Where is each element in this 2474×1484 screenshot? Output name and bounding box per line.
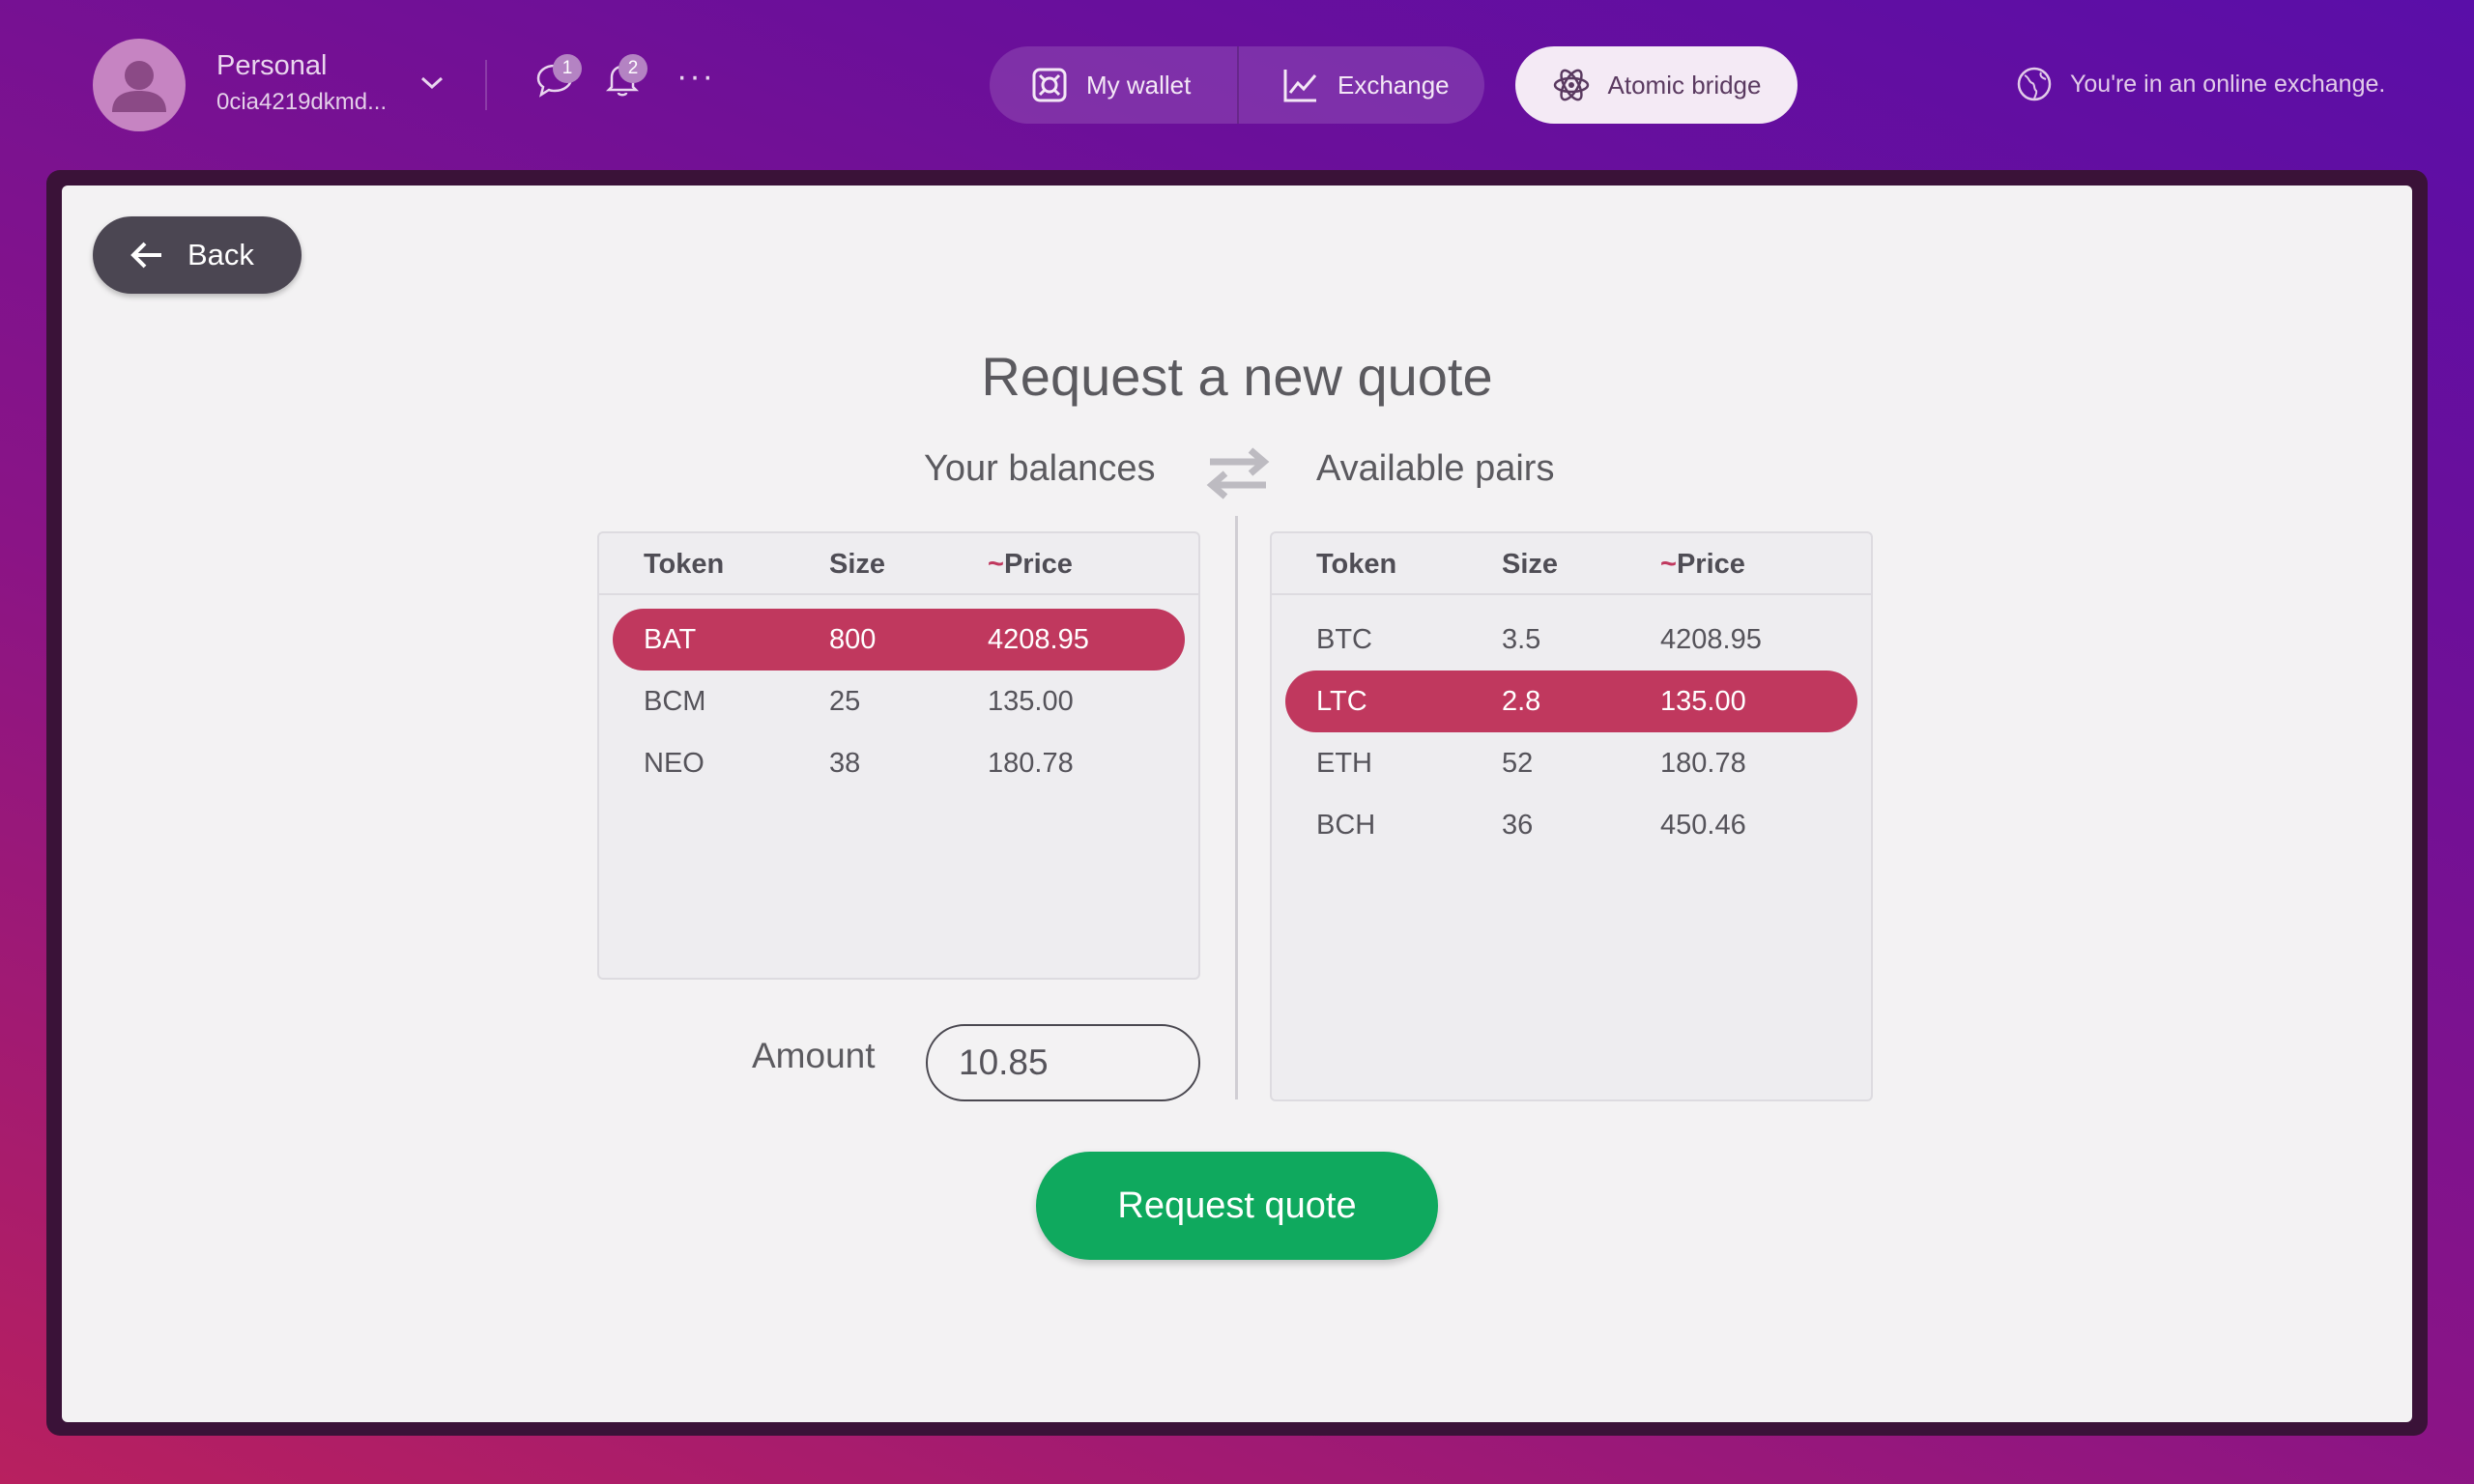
nav-atomic-bridge[interactable]: Atomic bridge: [1515, 46, 1798, 124]
chevron-down-icon[interactable]: [417, 73, 446, 93]
price-cell: 4208.95: [988, 624, 1089, 655]
table-header: Token Size ~Price: [1272, 533, 1871, 595]
token-cell: BCM: [644, 686, 706, 717]
token-cell: BCH: [1316, 810, 1376, 841]
pairs-heading: Available pairs: [1316, 448, 1555, 489]
token-cell: LTC: [1316, 686, 1367, 717]
amount-input[interactable]: [926, 1024, 1200, 1101]
price-label: Price: [1676, 549, 1745, 580]
size-cell: 2.8: [1502, 686, 1541, 717]
size-cell: 25: [829, 686, 861, 717]
price-cell: 450.46: [1660, 810, 1746, 841]
table-row[interactable]: NEO 38 180.78: [613, 732, 1185, 794]
price-tilde: ~: [1660, 549, 1677, 580]
user-avatar-icon[interactable]: [93, 39, 186, 131]
nav-atomic-bridge-label: Atomic bridge: [1607, 70, 1762, 100]
nav-exchange-label: Exchange: [1338, 70, 1450, 100]
price-cell: 135.00: [1660, 686, 1746, 717]
nav-divider: [1237, 46, 1239, 124]
wallet-icon: [1032, 68, 1067, 102]
size-cell: 38: [829, 748, 861, 779]
globe-icon: [2017, 67, 2052, 101]
column-size[interactable]: Size: [829, 549, 885, 581]
token-cell: BTC: [1316, 624, 1372, 655]
price-cell: 135.00: [988, 686, 1074, 717]
table-row[interactable]: BCH 36 450.46: [1285, 794, 1857, 856]
column-price[interactable]: ~Price: [988, 549, 1073, 581]
account-id[interactable]: 0cia4219dkmd...: [216, 89, 387, 116]
arrow-left-icon: [130, 242, 161, 269]
account-name[interactable]: Personal: [216, 50, 327, 82]
top-bar: Personal 0cia4219dkmd... 1 2 ··· My wall…: [0, 0, 2474, 169]
messages-badge: 1: [553, 54, 582, 83]
nav-group: My wallet Exchange: [990, 46, 1484, 124]
price-cell: 180.78: [1660, 748, 1746, 779]
swap-arrows-icon[interactable]: [1204, 446, 1272, 500]
messages-button[interactable]: 1: [533, 54, 582, 100]
nav-my-wallet-label: My wallet: [1086, 70, 1192, 100]
back-button-label: Back: [187, 238, 254, 271]
table-row[interactable]: ETH 52 180.78: [1285, 732, 1857, 794]
more-icon[interactable]: ···: [676, 58, 715, 96]
price-tilde: ~: [988, 549, 1004, 580]
divider: [485, 60, 487, 110]
table-row[interactable]: BAT 800 4208.95: [613, 609, 1185, 671]
online-status: You're in an online exchange.: [2016, 66, 2385, 102]
notifications-button[interactable]: 2: [601, 54, 647, 100]
token-cell: ETH: [1316, 748, 1372, 779]
table-row[interactable]: LTC 2.8 135.00: [1285, 671, 1857, 732]
column-divider: [1235, 516, 1238, 1099]
size-cell: 52: [1502, 748, 1534, 779]
back-button[interactable]: Back: [93, 216, 302, 294]
nav-exchange[interactable]: Exchange: [1281, 46, 1450, 124]
token-cell: BAT: [644, 624, 697, 655]
balances-heading: Your balances: [924, 448, 1156, 489]
chart-line-icon: [1283, 70, 1317, 102]
price-cell: 180.78: [988, 748, 1074, 779]
table-header: Token Size ~Price: [599, 533, 1198, 595]
quote-panel: Back Request a new quote Your balances A…: [62, 186, 2412, 1422]
column-token[interactable]: Token: [1316, 549, 1396, 581]
request-quote-button[interactable]: Request quote: [1036, 1152, 1438, 1260]
table-row[interactable]: BTC 3.5 4208.95: [1285, 609, 1857, 671]
pairs-table: Token Size ~Price BTC 3.5 4208.95 LTC 2.…: [1270, 531, 1873, 1101]
price-cell: 4208.95: [1660, 624, 1762, 655]
column-size[interactable]: Size: [1502, 549, 1558, 581]
amount-label: Amount: [752, 1036, 876, 1075]
atom-icon: [1553, 69, 1589, 101]
size-cell: 36: [1502, 810, 1534, 841]
notifications-badge: 2: [618, 54, 647, 83]
table-row[interactable]: BCM 25 135.00: [613, 671, 1185, 732]
page-title: Request a new quote: [981, 346, 1493, 407]
column-token[interactable]: Token: [644, 549, 724, 581]
nav-my-wallet[interactable]: My wallet: [1030, 46, 1191, 124]
size-cell: 3.5: [1502, 624, 1541, 655]
balances-table: Token Size ~Price BAT 800 4208.95 BCM 25…: [597, 531, 1200, 980]
online-status-text: You're in an online exchange.: [2070, 70, 2386, 98]
size-cell: 800: [829, 624, 877, 655]
column-price[interactable]: ~Price: [1660, 549, 1745, 581]
token-cell: NEO: [644, 748, 705, 779]
price-label: Price: [1003, 549, 1073, 580]
